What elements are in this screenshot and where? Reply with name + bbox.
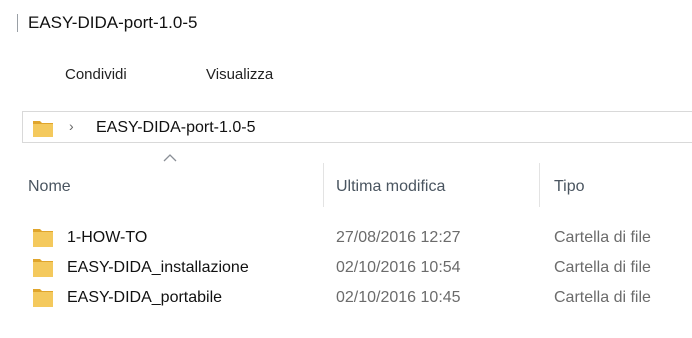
tab-share[interactable]: Condividi [65, 66, 127, 84]
file-name: EASY-DIDA_portabile [67, 289, 223, 306]
column-header-label: Ultima modifica [336, 178, 446, 195]
file-modified: 02/10/2016 10:45 [336, 289, 461, 306]
folder-icon [32, 286, 54, 313]
column-header-label: Tipo [554, 178, 585, 195]
file-type: Cartella di file [554, 259, 651, 276]
column-header-modified[interactable]: Ultima modifica [324, 163, 538, 207]
window-title: EASY-DIDA-port-1.0-5 [28, 13, 198, 32]
address-bar[interactable]: › EASY-DIDA-port-1.0-5 [22, 111, 692, 143]
sort-ascending-icon [163, 154, 177, 162]
column-header-type[interactable]: Tipo [540, 163, 692, 207]
ribbon: Condividi Visualizza [0, 44, 692, 102]
title-divider [17, 14, 18, 32]
tab-view[interactable]: Visualizza [206, 66, 273, 84]
file-row[interactable]: EASY-DIDA_installazione 02/10/2016 10:54… [22, 253, 692, 283]
file-row[interactable]: EASY-DIDA_portabile 02/10/2016 10:45 Car… [22, 283, 692, 313]
file-row[interactable]: 1-HOW-TO 27/08/2016 12:27 Cartella di fi… [22, 223, 692, 253]
folder-icon [32, 256, 54, 283]
file-list: 1-HOW-TO 27/08/2016 12:27 Cartella di fi… [22, 223, 692, 313]
column-header-name[interactable]: Nome [22, 163, 323, 207]
file-modified: 02/10/2016 10:54 [336, 259, 461, 276]
title-bar: EASY-DIDA-port-1.0-5 [0, 0, 692, 44]
column-header-label: Nome [28, 178, 71, 195]
folder-icon [32, 226, 54, 253]
file-name: EASY-DIDA_installazione [67, 259, 249, 276]
breadcrumb-current-folder[interactable]: EASY-DIDA-port-1.0-5 [96, 118, 255, 137]
breadcrumb-chevron-icon[interactable]: › [69, 118, 74, 134]
file-type: Cartella di file [554, 289, 651, 306]
file-modified: 27/08/2016 12:27 [336, 229, 461, 246]
file-type: Cartella di file [554, 229, 651, 246]
folder-icon [32, 118, 54, 143]
file-name: 1-HOW-TO [67, 229, 148, 246]
